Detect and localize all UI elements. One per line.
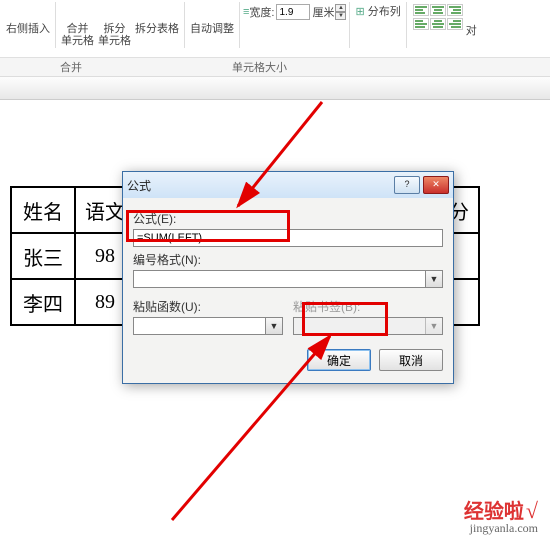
- formula-input[interactable]: [133, 229, 443, 247]
- number-format-label: 编号格式(N):: [133, 251, 443, 268]
- ribbon: 右侧插入 合并 单元格 拆分 单元格 拆分表格 自动调整 ≡ 宽度: 厘米 ▲▼…: [0, 0, 550, 58]
- close-button[interactable]: ✕: [423, 176, 449, 194]
- help-button[interactable]: ?: [394, 176, 420, 194]
- merge-sublabel: 单元格: [61, 35, 94, 47]
- paste-function-dropdown-icon[interactable]: ▼: [265, 317, 283, 335]
- split-table-button[interactable]: 拆分表格: [135, 2, 179, 35]
- toolbar-strip: [0, 77, 550, 100]
- separator: [55, 2, 56, 48]
- distribute-label: 分布列: [368, 6, 401, 18]
- check-icon: √: [526, 498, 538, 523]
- split-label: 拆分: [104, 23, 126, 35]
- merge-group-label: 合并: [60, 59, 82, 75]
- autofit-icon: [202, 2, 222, 22]
- paste-bookmark-dropdown-icon: ▼: [425, 317, 443, 335]
- formula-label: 公式(E):: [133, 210, 443, 227]
- paste-bookmark-input: [293, 317, 443, 335]
- separator: [349, 2, 350, 48]
- autofit-label: 自动调整: [190, 23, 234, 35]
- watermark-text: 经验啦: [464, 501, 524, 523]
- alignment-grid: [413, 4, 463, 30]
- align-tl-button[interactable]: [413, 4, 429, 16]
- align-group-partial: 对: [466, 22, 477, 38]
- autofit-button[interactable]: 自动调整: [190, 2, 234, 35]
- width-unit: 厘米: [312, 4, 334, 20]
- cell-width-field: ≡ 宽度: 厘米 ▲▼: [243, 4, 346, 20]
- merge-cells-button[interactable]: 合并 单元格: [61, 2, 94, 47]
- number-format-input[interactable]: [133, 270, 443, 288]
- split-icon: [105, 2, 125, 22]
- align-tr-button[interactable]: [447, 4, 463, 16]
- number-format-dropdown-icon[interactable]: ▼: [425, 270, 443, 288]
- watermark-url: jingyanla.com: [464, 521, 538, 536]
- align-bl-button[interactable]: [413, 18, 429, 30]
- split-table-icon: [147, 2, 167, 22]
- split-cells-button[interactable]: 拆分 单元格: [98, 2, 131, 47]
- stepper-down-icon[interactable]: ▼: [335, 12, 346, 20]
- separator: [184, 2, 185, 48]
- ribbon-group-labels: 合并 单元格大小: [0, 58, 550, 77]
- stepper-up-icon[interactable]: ▲: [335, 4, 346, 12]
- align-br-button[interactable]: [447, 18, 463, 30]
- watermark: 经验啦√ jingyanla.com: [464, 495, 538, 536]
- align-tc-button[interactable]: [430, 4, 446, 16]
- header-name[interactable]: 姓名: [11, 187, 75, 233]
- distribute-icon: ⊞: [355, 6, 364, 18]
- split-sublabel: 单元格: [98, 35, 131, 47]
- dialog-title: 公式: [127, 177, 151, 194]
- insert-right-button[interactable]: 右侧插入: [6, 2, 50, 35]
- cell-name[interactable]: 李四: [11, 279, 75, 325]
- dialog-titlebar[interactable]: 公式 ? ✕: [123, 172, 453, 198]
- width-stepper[interactable]: ▲▼: [335, 4, 346, 20]
- distribute-columns-button[interactable]: ⊞ 分布列: [355, 6, 400, 18]
- size-group-label: 单元格大小: [232, 59, 287, 75]
- cancel-button[interactable]: 取消: [379, 349, 443, 371]
- paste-function-input[interactable]: [133, 317, 283, 335]
- insert-right-label: 右侧插入: [6, 23, 50, 35]
- insert-right-icon: [18, 2, 38, 22]
- ok-button[interactable]: 确定: [307, 349, 371, 371]
- width-label: 宽度:: [249, 4, 274, 20]
- merge-label: 合并: [67, 23, 89, 35]
- cell-name[interactable]: 张三: [11, 233, 75, 279]
- paste-function-label: 粘贴函数(U):: [133, 298, 283, 315]
- separator: [406, 2, 407, 48]
- merge-icon: [68, 2, 88, 22]
- align-bc-button[interactable]: [430, 18, 446, 30]
- separator: [239, 2, 240, 48]
- formula-dialog: 公式 ? ✕ 公式(E): 编号格式(N): ▼ 粘贴函数(U): ▼ 粘贴书签…: [122, 171, 454, 384]
- paste-bookmark-label: 粘贴书签(B):: [293, 298, 443, 315]
- split-table-label: 拆分表格: [135, 23, 179, 35]
- width-input[interactable]: [276, 4, 310, 20]
